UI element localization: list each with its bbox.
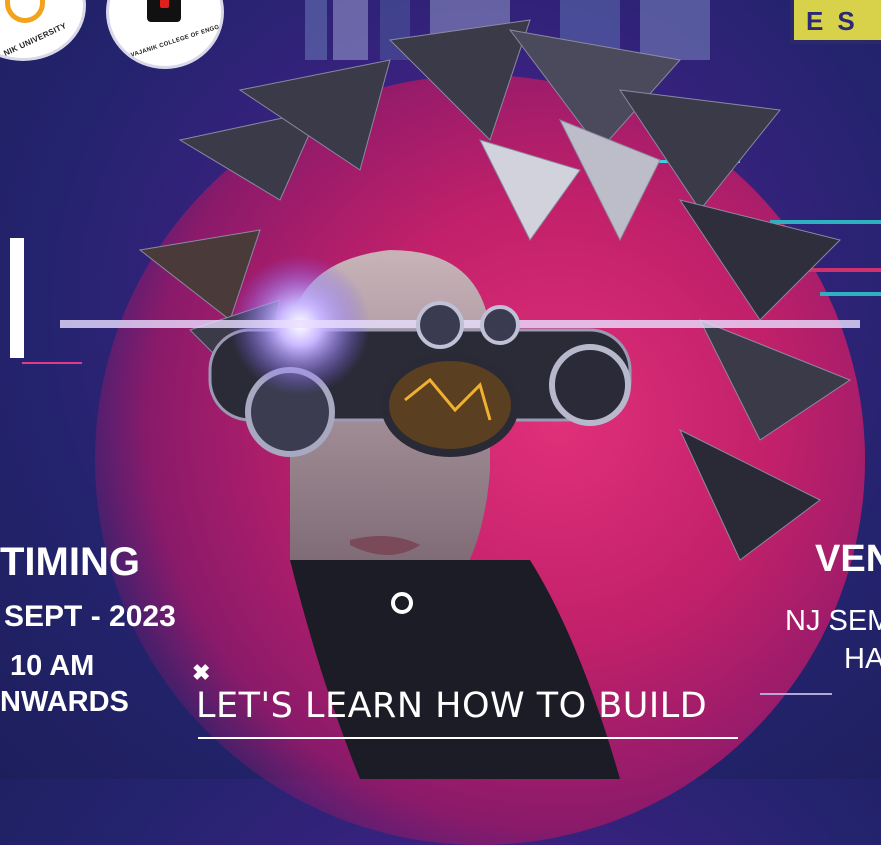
small-dial (480, 305, 520, 345)
cyber-head-illustration (60, 19, 860, 779)
small-dial (416, 301, 464, 349)
university-logo-mark (5, 0, 45, 23)
venue-hall: HA (844, 643, 881, 675)
venue-place: NJ SEM (785, 605, 881, 637)
tagline-underline (198, 737, 738, 739)
side-dial (549, 344, 631, 426)
timing-onwards: NWARDS (0, 686, 129, 718)
ring-icon (391, 592, 413, 614)
left-accent-bar (10, 238, 24, 358)
tagline: LET'S LEARN HOW TO BUILD (196, 686, 708, 726)
timing-time: 10 AM (10, 650, 95, 682)
timing-date: SEPT - 2023 (4, 600, 176, 633)
accent-line (22, 362, 82, 364)
venue-divider (760, 693, 832, 695)
venue-title: VEN (815, 538, 881, 580)
university-logo-text: NIK UNIVERSITY (2, 21, 68, 58)
neck-cables (290, 560, 620, 779)
timing-title: TIMING (0, 540, 140, 584)
close-icon: ✖ (192, 660, 211, 685)
